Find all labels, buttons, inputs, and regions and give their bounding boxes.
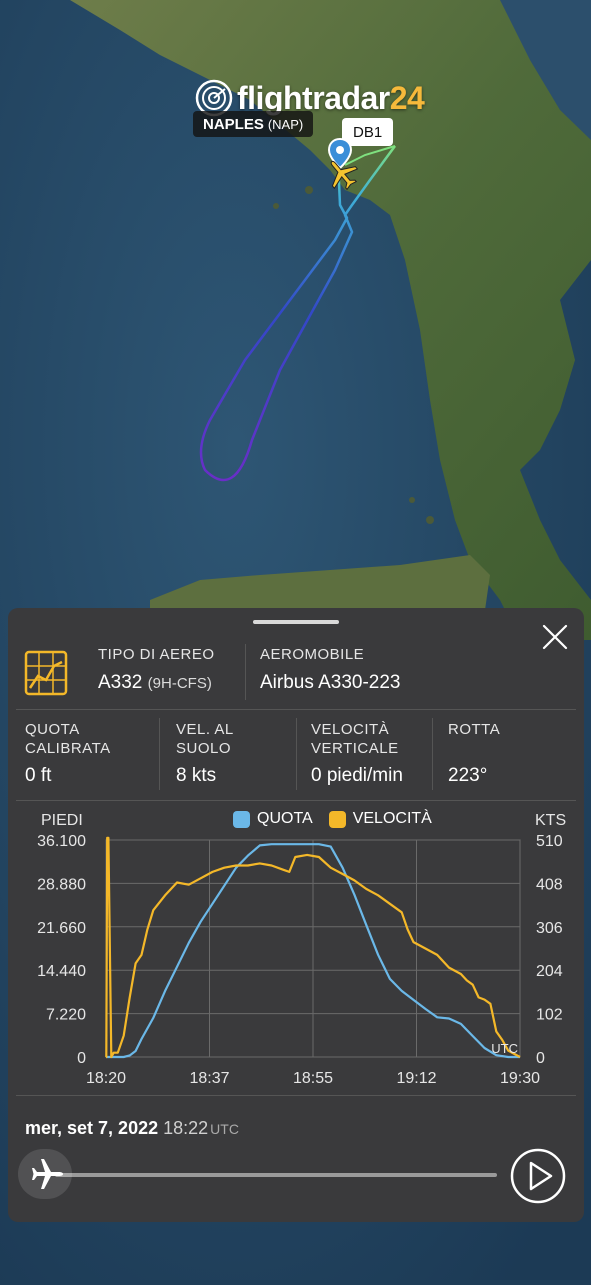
legend-altitude[interactable]: QUOTA xyxy=(233,810,313,828)
y-left-tick-label: 36.100 xyxy=(37,833,86,850)
playback-timezone: UTC xyxy=(210,1121,239,1137)
x-tick-label: 19:30 xyxy=(500,1070,540,1087)
y-left-tick-label: 28.880 xyxy=(37,876,86,893)
divider xyxy=(432,718,433,790)
chart-legend: QUOTA VELOCITÀ xyxy=(233,810,432,828)
legend-speed[interactable]: VELOCITÀ xyxy=(328,810,432,828)
playback-slider-handle[interactable] xyxy=(18,1149,72,1199)
divider xyxy=(296,718,297,790)
aircraft-registration: (9H-CFS) xyxy=(147,675,212,692)
y-left-tick-label: 14.440 xyxy=(37,963,86,980)
vertical-speed-label: VELOCITÀ VERTICALE xyxy=(311,721,399,757)
flight-callsign: DB1 xyxy=(353,123,383,141)
airplane-icon[interactable] xyxy=(324,156,360,192)
y-right-tick-label: 102 xyxy=(536,1007,563,1024)
x-tick-label: 18:55 xyxy=(293,1070,333,1087)
vertical-speed-value: 0 piedi/min xyxy=(311,765,403,786)
y-left-tick-label: 21.660 xyxy=(37,920,86,937)
track-label: ROTTA xyxy=(448,721,501,738)
aircraft-model-value: Airbus A330-223 xyxy=(260,672,401,693)
chart-graph-icon[interactable] xyxy=(24,650,68,696)
track-value: 223° xyxy=(448,765,488,786)
y-right-tick-label: 306 xyxy=(536,920,563,937)
altitude-value: 0 ft xyxy=(25,765,52,786)
aircraft-type-value: A332 (9H-CFS) xyxy=(98,672,212,693)
flight-details-panel: TIPO DI AEREO A332 (9H-CFS) AEROMOBILE A… xyxy=(8,608,584,1222)
ground-speed-label: VEL. AL SUOLO xyxy=(176,721,234,757)
aircraft-type-label: TIPO DI AEREO xyxy=(98,646,215,663)
airport-name: NAPLES xyxy=(203,115,264,133)
x-tick-label: 18:37 xyxy=(189,1070,229,1087)
airport-code: (NAP) xyxy=(267,116,304,132)
y-left-tick-label: 0 xyxy=(77,1050,86,1067)
y-right-tick-label: 408 xyxy=(536,876,563,893)
airplane-icon xyxy=(32,1159,63,1189)
y-right-tick-label: 204 xyxy=(536,963,563,980)
divider xyxy=(245,644,246,700)
altitude-label: QUOTA CALIBRATA xyxy=(25,721,111,757)
playback-time: 18:22 xyxy=(163,1118,209,1138)
divider xyxy=(16,709,576,710)
airport-label[interactable]: NAPLES (NAP) xyxy=(193,111,314,137)
playback-date: mer, set 7, 2022 xyxy=(25,1118,159,1138)
altitude-speed-chart[interactable]: 18:20 18:37 18:55 19:12 19:30 0 0 7.220 102 14.44… xyxy=(8,828,584,1090)
ground-speed-value: 8 kts xyxy=(176,765,217,786)
legend-altitude-swatch xyxy=(233,810,250,828)
legend-speed-swatch xyxy=(328,810,346,828)
y-right-tick-label: 0 xyxy=(536,1050,545,1067)
aircraft-label: AEROMOBILE xyxy=(260,646,365,663)
y-left-tick-label: 7.220 xyxy=(46,1007,86,1024)
divider xyxy=(16,1095,576,1096)
x-tick-label: 19:12 xyxy=(396,1070,436,1087)
utc-label: UTC xyxy=(491,1041,518,1056)
y-right-tick-label: 510 xyxy=(536,833,563,850)
playback-slider-track[interactable] xyxy=(55,1173,497,1177)
play-icon[interactable] xyxy=(510,1148,566,1204)
close-icon[interactable] xyxy=(540,622,570,652)
playback-datetime: mer, set 7, 2022 18:22 UTC xyxy=(25,1118,239,1139)
panel-grabber[interactable] xyxy=(253,620,339,624)
x-tick-label: 18:20 xyxy=(86,1070,126,1087)
divider xyxy=(16,800,576,801)
divider xyxy=(159,718,160,790)
